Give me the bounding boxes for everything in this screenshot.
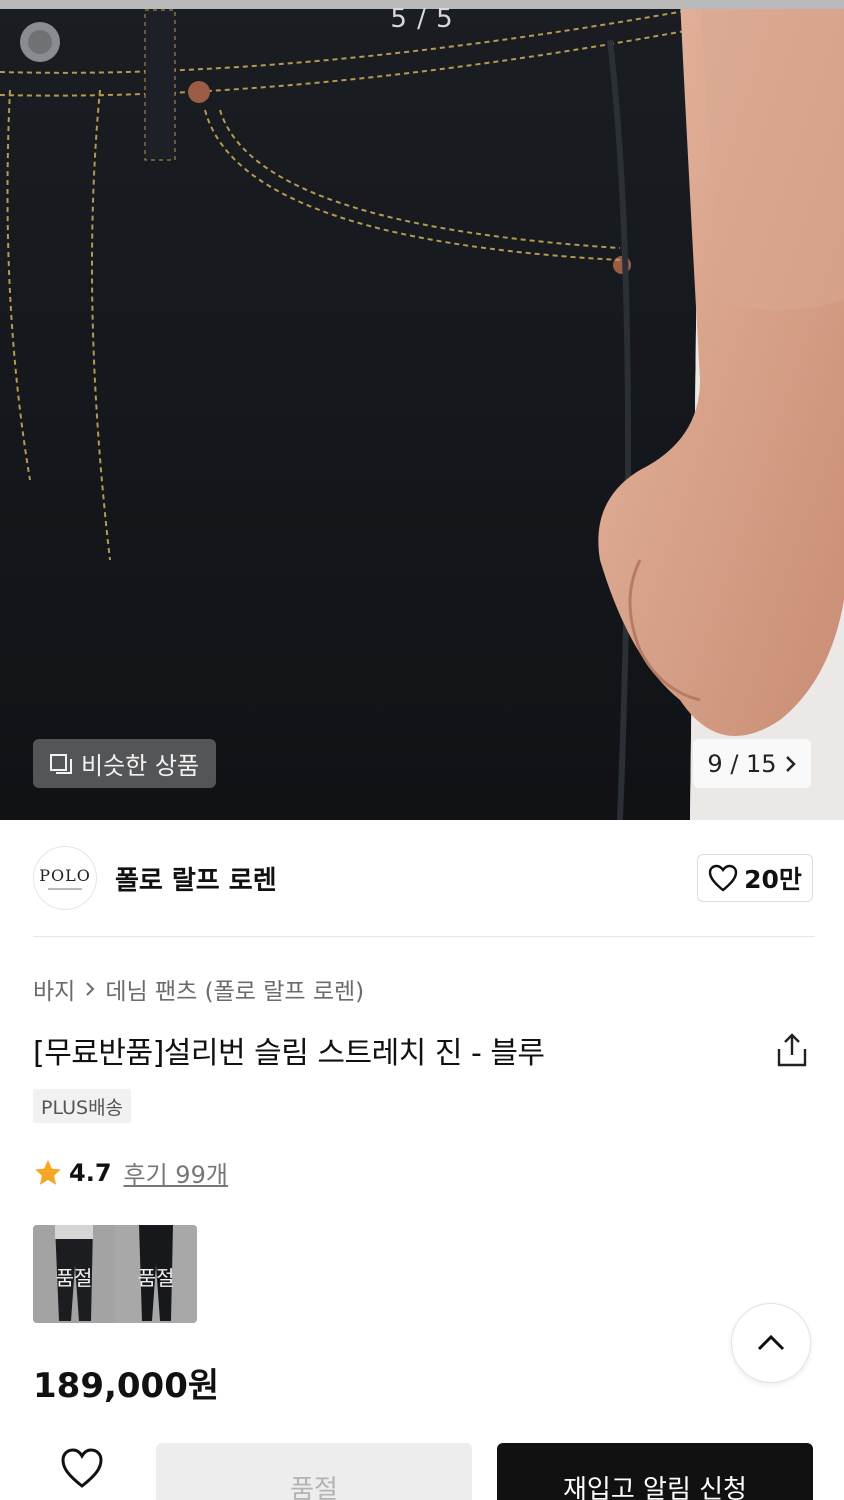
similar-products-label: 비슷한 상품	[81, 752, 200, 780]
rating-row: 4.7 후기 99개	[33, 1155, 228, 1190]
variant-thumbnail[interactable]: 품절 품절	[33, 1225, 197, 1323]
breadcrumb: 바지 데님 팬츠 (폴로 랄프 로렌)	[33, 972, 364, 1006]
share-icon[interactable]	[775, 1032, 809, 1068]
rating-score: 4.7	[69, 1158, 112, 1187]
brand-logo-text: POLO	[39, 866, 91, 885]
brand-likes-count: 20만	[744, 865, 802, 894]
product-image-carousel[interactable]: 5 / 5 비슷한 상품 9 / 15	[0, 0, 844, 820]
chevron-up-icon	[757, 1334, 785, 1351]
chevron-right-icon	[86, 982, 95, 996]
brand-row: POLO 폴로 랄프 로렌 20만	[33, 845, 813, 911]
breadcrumb-category[interactable]: 바지	[33, 972, 75, 1006]
restock-alert-button[interactable]: 재입고 알림 신청	[497, 1443, 813, 1500]
product-title: [무료반품]설리번 슬림 스트레치 진 - 블루	[33, 1036, 545, 1071]
product-price: 189,000원	[33, 1366, 220, 1406]
image-pager[interactable]: 9 / 15	[693, 739, 811, 788]
image-counter: 5 / 5	[390, 4, 454, 34]
brand-name[interactable]: 폴로 랄프 로렌	[115, 860, 277, 897]
soldout-button-label: 품절	[290, 1475, 338, 1500]
variant-soldout-label: 품절	[55, 1266, 93, 1290]
chevron-right-icon	[785, 755, 796, 772]
breadcrumb-subcategory[interactable]: 데님 팬츠 (폴로 랄프 로렌)	[105, 972, 364, 1006]
similar-items-icon	[50, 753, 72, 774]
scroll-to-top-button[interactable]	[731, 1303, 811, 1383]
brand-logo[interactable]: POLO	[33, 846, 97, 910]
soldout-button: 품절	[156, 1443, 472, 1500]
section-divider	[33, 936, 815, 937]
shipping-badge: PLUS배송	[33, 1089, 132, 1123]
variant-soldout-label: 품절	[137, 1266, 175, 1290]
product-photo	[0, 0, 844, 820]
heart-icon	[708, 864, 738, 892]
restock-alert-label: 재입고 알림 신청	[563, 1475, 747, 1500]
star-icon	[35, 1159, 61, 1185]
reviews-link[interactable]: 후기 99개	[124, 1155, 228, 1190]
wishlist-heart-icon[interactable]	[60, 1447, 104, 1489]
brand-like-button[interactable]: 20만	[697, 854, 813, 902]
similar-products-button[interactable]: 비슷한 상품	[33, 739, 216, 788]
pager-label: 9 / 15	[707, 749, 777, 778]
brand-logo-underline	[48, 888, 82, 890]
